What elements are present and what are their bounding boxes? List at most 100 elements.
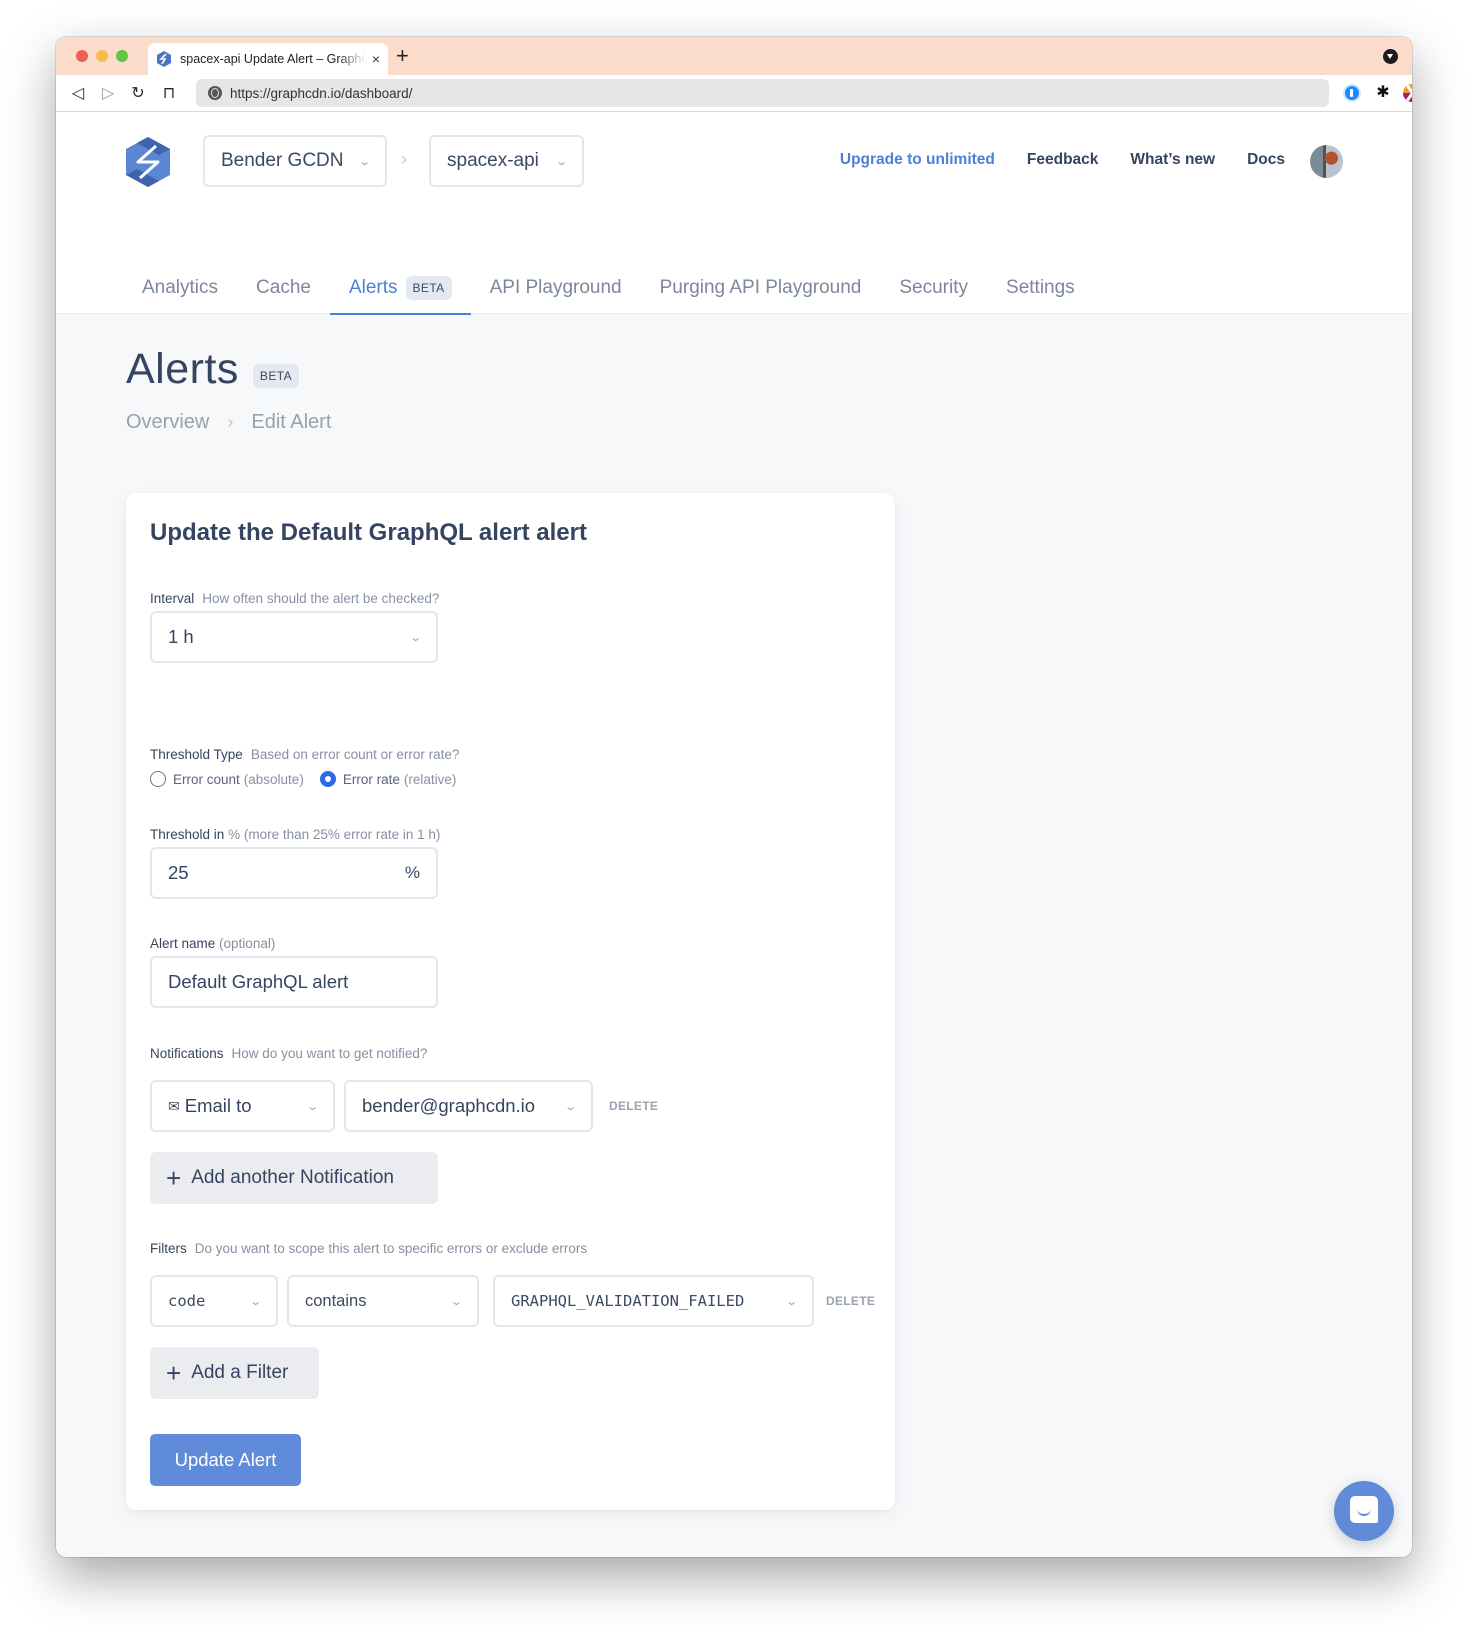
radio-error-count[interactable]: Error count (absolute) <box>150 771 304 787</box>
filter-operator-value: contains <box>305 1291 367 1310</box>
breadcrumb-current: Edit Alert <box>251 411 332 433</box>
header-links: Upgrade to unlimited Feedback What’s new… <box>840 151 1285 169</box>
beta-badge: BETA <box>405 276 452 300</box>
notification-type-value: Email to <box>184 1095 252 1116</box>
label-hint: How often should the alert be checked? <box>202 591 440 606</box>
plus-icon: + <box>166 1358 182 1388</box>
filter-field-select[interactable]: code ⌄ <box>150 1275 278 1327</box>
upgrade-link[interactable]: Upgrade to unlimited <box>840 151 995 169</box>
graphcdn-logo-icon[interactable] <box>125 137 171 187</box>
url-bar[interactable]: https://graphcdn.io/dashboard/ <box>196 79 1329 107</box>
interval-select[interactable]: 1 h ⌄ <box>150 611 438 663</box>
delete-filter-button[interactable]: DELETE <box>826 1294 875 1308</box>
filter-value: GRAPHQL_VALIDATION_FAILED <box>511 1292 745 1310</box>
delete-notification-button[interactable]: DELETE <box>609 1099 658 1113</box>
breadcrumb: Overview › Edit Alert <box>126 411 331 434</box>
tab-alerts[interactable]: Alerts BETA <box>329 262 471 315</box>
alert-name-value: Default GraphQL alert <box>168 971 349 992</box>
tab-settings[interactable]: Settings <box>987 262 1094 314</box>
beta-badge: BETA <box>252 363 299 388</box>
browser-tab[interactable]: spacex-api Update Alert – GraphCDN × <box>148 43 388 75</box>
threshold-type-radio-group: Error count (absolute) Error rate (relat… <box>150 771 456 787</box>
chevron-down-icon: ⌄ <box>357 155 371 168</box>
label-text: Threshold in <box>150 827 225 842</box>
reload-icon[interactable]: ↻ <box>128 83 148 103</box>
label-text: Filters <box>150 1241 187 1256</box>
chevron-down-icon: ⌄ <box>449 1295 463 1308</box>
organization-name: Bender GCDN <box>221 150 344 171</box>
add-filter-button[interactable]: + Add a Filter <box>150 1347 319 1399</box>
password-manager-extension-icon[interactable] <box>1343 84 1361 102</box>
minimize-window-button[interactable] <box>96 50 108 62</box>
chevron-down-icon: ⌄ <box>563 1100 577 1113</box>
alert-name-input[interactable]: Default GraphQL alert <box>150 956 438 1008</box>
tab-list-dropdown-icon[interactable] <box>1383 49 1398 64</box>
tab-analytics[interactable]: Analytics <box>123 262 237 314</box>
interval-value: 1 h <box>168 626 194 647</box>
forward-icon[interactable]: ▷ <box>98 83 118 103</box>
extensions-puzzle-icon[interactable]: ✱ <box>1374 84 1392 102</box>
new-tab-button[interactable]: + <box>396 45 409 67</box>
edit-alert-card: Update the Default GraphQL alert alert I… <box>126 493 895 1510</box>
project-name: spacex-api <box>447 150 539 171</box>
label-hint: Based on error count or error rate? <box>250 747 460 762</box>
extension-x-icon[interactable] <box>1403 84 1412 102</box>
label-hint: (optional) <box>219 936 276 951</box>
breadcrumb-overview[interactable]: Overview <box>126 411 209 434</box>
threshold-input[interactable]: 25 % <box>150 847 438 899</box>
radio-unchecked-icon[interactable] <box>150 771 166 787</box>
chevron-down-icon: ⌄ <box>248 1295 262 1308</box>
docs-link[interactable]: Docs <box>1247 151 1285 169</box>
page-heading: Alerts <box>126 345 239 393</box>
threshold-value: 25 <box>168 862 189 883</box>
add-notification-button[interactable]: + Add another Notification <box>150 1152 438 1204</box>
tab-purging-api-playground[interactable]: Purging API Playground <box>641 262 881 314</box>
chat-icon <box>1350 1496 1378 1523</box>
feedback-link[interactable]: Feedback <box>1027 151 1099 169</box>
notification-target-select[interactable]: bender@graphcdn.io ⌄ <box>344 1080 593 1132</box>
filter-operator-select[interactable]: contains ⌄ <box>287 1275 479 1327</box>
notification-type-select[interactable]: ✉ Email to ⌄ <box>150 1080 335 1132</box>
chevron-right-icon: › <box>227 412 234 432</box>
radio-checked-icon[interactable] <box>319 771 336 787</box>
update-alert-button[interactable]: Update Alert <box>150 1434 301 1486</box>
project-select[interactable]: spacex-api ⌄ <box>429 135 584 187</box>
maximize-window-button[interactable] <box>116 50 128 62</box>
tab-label: Analytics <box>142 277 219 298</box>
option-detail: (relative) <box>403 771 457 787</box>
tab-close-icon[interactable]: × <box>372 51 380 67</box>
label-text: Threshold Type <box>150 747 243 762</box>
option-label: Error count <box>173 771 240 787</box>
plus-icon: + <box>166 1163 182 1193</box>
page-title: Alerts BETA <box>126 345 299 394</box>
form-title: Update the Default GraphQL alert alert <box>150 519 587 546</box>
tab-cache[interactable]: Cache <box>237 262 330 314</box>
radio-error-rate[interactable]: Error rate (relative) <box>319 771 457 787</box>
back-icon[interactable]: ◁ <box>68 83 88 103</box>
label-text: Notifications <box>150 1046 224 1061</box>
mail-icon: ✉ <box>168 1097 180 1114</box>
url-text: https://graphcdn.io/dashboard/ <box>230 85 413 101</box>
whats-new-link[interactable]: What’s new <box>1130 151 1215 169</box>
support-chat-button[interactable] <box>1334 1481 1394 1541</box>
browser-window: spacex-api Update Alert – GraphCDN × + ◁… <box>56 37 1412 1557</box>
tab-security[interactable]: Security <box>880 262 987 314</box>
notification-target-value: bender@graphcdn.io <box>362 1095 536 1116</box>
label-hint: (more than 25% error rate in 1 h) <box>243 827 441 842</box>
globe-icon <box>208 86 222 100</box>
chevron-down-icon: ⌄ <box>408 631 422 644</box>
label-text: Interval <box>150 591 195 606</box>
tab-title: spacex-api Update Alert – GraphCDN <box>180 52 366 66</box>
chevron-right-icon: › <box>401 149 407 169</box>
bookmark-icon[interactable]: ⊓ <box>159 83 179 103</box>
organization-select[interactable]: Bender GCDN ⌄ <box>203 135 387 187</box>
tab-api-playground[interactable]: API Playground <box>471 262 641 314</box>
percent-suffix: % <box>404 863 420 882</box>
user-avatar[interactable] <box>1310 145 1343 178</box>
filter-value-select[interactable]: GRAPHQL_VALIDATION_FAILED ⌄ <box>493 1275 814 1327</box>
graphcdn-favicon-icon <box>157 51 171 67</box>
browser-toolbar: ◁ ▷ ↻ ⊓ https://graphcdn.io/dashboard/ ✱… <box>56 75 1412 112</box>
filter-field-value: code <box>168 1292 206 1310</box>
filters-label: Filters Do you want to scope this alert t… <box>150 1241 587 1256</box>
close-window-button[interactable] <box>76 50 88 62</box>
